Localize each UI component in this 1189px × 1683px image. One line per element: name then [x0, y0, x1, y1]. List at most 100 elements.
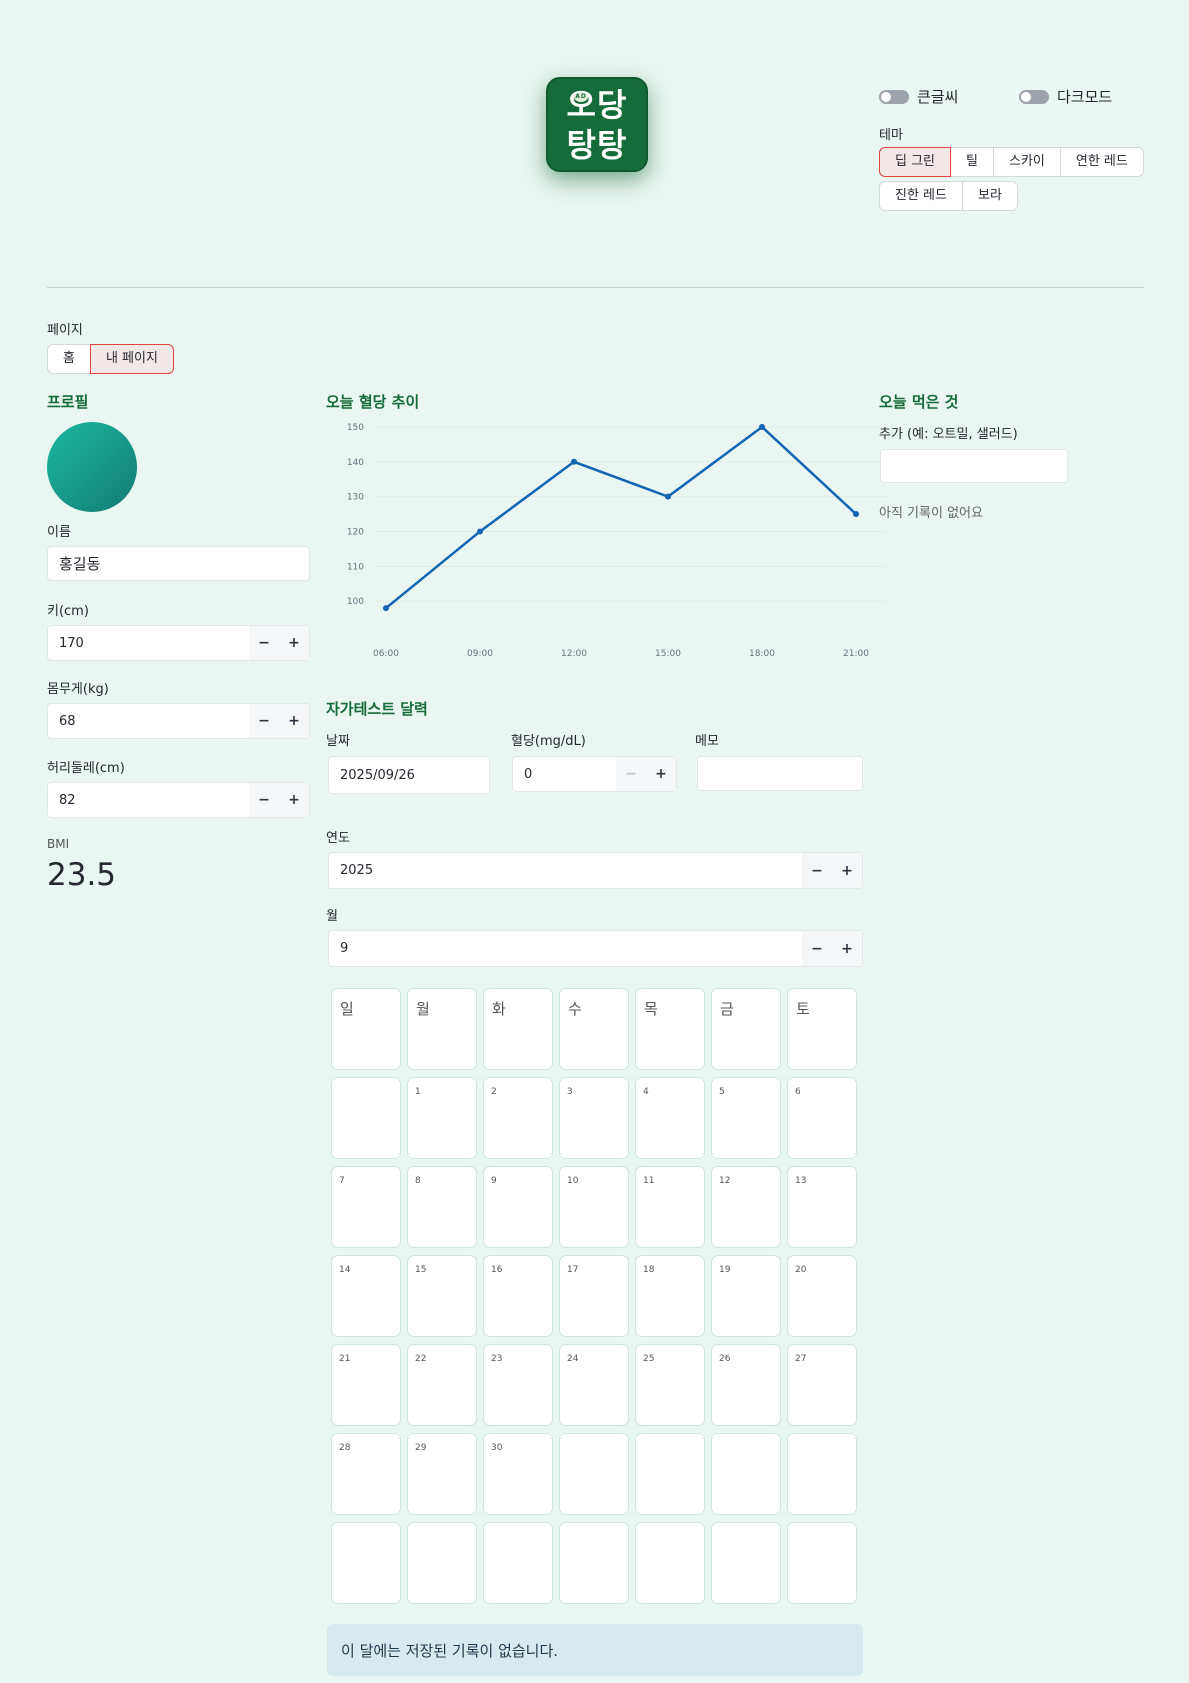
waist-value[interactable]: 82 — [48, 783, 249, 817]
calendar-day-cell[interactable]: 9 — [483, 1166, 553, 1248]
name-input[interactable]: 홍길동 — [47, 546, 310, 581]
calendar-day-cell[interactable]: 22 — [407, 1344, 477, 1426]
weight-increment-button[interactable]: + — [279, 704, 309, 738]
calendar-day-cell[interactable]: 1 — [407, 1077, 477, 1159]
calendar-day-cell[interactable]: 10 — [559, 1166, 629, 1248]
dark-mode-switch[interactable] — [1019, 89, 1049, 104]
calendar-day-cell[interactable]: 17 — [559, 1255, 629, 1337]
month-increment-button[interactable]: + — [832, 931, 862, 966]
theme-option[interactable]: 딥 그린 — [879, 147, 952, 177]
calendar-day-cell[interactable] — [407, 1522, 477, 1604]
waist-increment-button[interactable]: + — [279, 783, 309, 817]
calendar-day-cell[interactable] — [635, 1522, 705, 1604]
calendar-day-cell[interactable]: 6 — [787, 1077, 857, 1159]
y-tick-label: 100 — [347, 597, 364, 607]
day-number: 17 — [567, 1265, 579, 1275]
calendar-day-cell[interactable]: 3 — [559, 1077, 629, 1159]
day-number — [332, 1523, 400, 1532]
calendar-day-cell[interactable] — [331, 1077, 401, 1159]
day-number: 21 — [339, 1354, 351, 1364]
day-number — [560, 1523, 628, 1532]
calendar-day-cell[interactable] — [483, 1522, 553, 1604]
day-number: 14 — [339, 1265, 351, 1275]
day-number: 15 — [415, 1265, 427, 1275]
theme-selector-row-1: 딥 그린 틸 스카이 연한 레드 — [879, 147, 1144, 177]
year-value[interactable]: 2025 — [329, 853, 802, 888]
calendar-day-cell[interactable]: 2 — [483, 1077, 553, 1159]
year-increment-button[interactable]: + — [832, 853, 862, 888]
calendar-day-cell[interactable]: 20 — [787, 1255, 857, 1337]
calendar-day-cell[interactable] — [559, 1522, 629, 1604]
glucose-value[interactable]: 0 — [513, 757, 616, 791]
calendar-day-cell[interactable]: 29 — [407, 1433, 477, 1515]
calendar-day-cell[interactable]: 26 — [711, 1344, 781, 1426]
day-number: 6 — [795, 1087, 801, 1097]
calendar-day-cell[interactable]: 19 — [711, 1255, 781, 1337]
theme-option[interactable]: 스카이 — [992, 147, 1061, 177]
theme-option[interactable]: 진한 레드 — [879, 181, 963, 211]
weight-value[interactable]: 68 — [48, 704, 249, 738]
theme-option[interactable]: 연한 레드 — [1059, 147, 1144, 177]
calendar-day-cell[interactable]: 25 — [635, 1344, 705, 1426]
big-font-switch[interactable] — [879, 89, 909, 104]
calendar-day-cell[interactable]: 7 — [331, 1166, 401, 1248]
calendar-day-cell[interactable]: 30 — [483, 1433, 553, 1515]
calendar-day-cell[interactable]: 11 — [635, 1166, 705, 1248]
calendar-day-cell[interactable]: 28 — [331, 1433, 401, 1515]
day-number — [484, 1523, 552, 1532]
calendar-day-cell[interactable]: 15 — [407, 1255, 477, 1337]
theme-option[interactable]: 틸 — [950, 147, 994, 177]
month-decrement-button[interactable]: − — [802, 931, 832, 966]
day-number — [712, 1434, 780, 1443]
calendar-day-cell[interactable]: 16 — [483, 1255, 553, 1337]
calendar-day-cell[interactable]: 27 — [787, 1344, 857, 1426]
big-font-toggle[interactable]: 큰글씨 — [879, 86, 958, 107]
calendar-day-cell[interactable] — [559, 1433, 629, 1515]
calendar-day-cell[interactable] — [711, 1433, 781, 1515]
calendar-day-cell[interactable]: 4 — [635, 1077, 705, 1159]
calendar-day-cell[interactable]: 24 — [559, 1344, 629, 1426]
calendar-day-cell[interactable] — [331, 1522, 401, 1604]
header-divider — [47, 287, 1144, 288]
logo-line-2: 탕탕 — [566, 125, 628, 164]
calendar-day-cell[interactable]: 5 — [711, 1077, 781, 1159]
calendar-empty-notice-text: 이 달에는 저장된 기록이 없습니다. — [341, 1641, 559, 1660]
day-number: 3 — [567, 1087, 573, 1097]
calendar-day-cell[interactable]: 8 — [407, 1166, 477, 1248]
dark-mode-toggle[interactable]: 다크모드 — [1019, 86, 1112, 107]
date-value: 2025/09/26 — [340, 767, 415, 783]
calendar-day-cell[interactable] — [787, 1522, 857, 1604]
day-number: 8 — [415, 1176, 421, 1186]
weight-decrement-button[interactable]: − — [249, 704, 279, 738]
height-decrement-button[interactable]: − — [249, 626, 279, 660]
calendar-grid: 일 월 화 수 목 금 토 1 2 3 4 5 6 7 8 9 10 11 12 13 14 15 16 17 18 19 20 21… — [331, 988, 861, 1606]
calendar-day-cell[interactable]: 18 — [635, 1255, 705, 1337]
height-value[interactable]: 170 — [48, 626, 249, 660]
calendar-weekday-header: 수 — [559, 988, 629, 1070]
calendar-title: 자가테스트 달력 — [326, 700, 428, 718]
date-label: 날짜 — [326, 734, 350, 749]
year-decrement-button[interactable]: − — [802, 853, 832, 888]
calendar-day-cell[interactable] — [787, 1433, 857, 1515]
data-point — [853, 511, 859, 518]
glucose-increment-button[interactable]: + — [646, 757, 676, 791]
calendar-day-cell[interactable] — [635, 1433, 705, 1515]
calendar-day-cell[interactable]: 14 — [331, 1255, 401, 1337]
calendar-day-cell[interactable] — [711, 1522, 781, 1604]
waist-decrement-button[interactable]: − — [249, 783, 279, 817]
height-increment-button[interactable]: + — [279, 626, 309, 660]
memo-input[interactable] — [697, 756, 863, 791]
date-input[interactable]: 2025/09/26 — [328, 756, 490, 794]
food-add-input[interactable] — [880, 449, 1068, 483]
month-value[interactable]: 9 — [329, 931, 802, 966]
glucose-label: 혈당(mg/dL) — [511, 734, 586, 749]
calendar-day-cell[interactable]: 13 — [787, 1166, 857, 1248]
page-nav-option[interactable]: 홈 — [47, 344, 91, 374]
day-number — [788, 1523, 856, 1532]
page-nav-option[interactable]: 내 페이지 — [89, 344, 174, 374]
calendar-day-cell[interactable]: 21 — [331, 1344, 401, 1426]
theme-option[interactable]: 보라 — [961, 181, 1018, 211]
calendar-day-cell[interactable]: 12 — [711, 1166, 781, 1248]
calendar-day-cell[interactable]: 23 — [483, 1344, 553, 1426]
glucose-decrement-button[interactable]: − — [616, 757, 646, 791]
